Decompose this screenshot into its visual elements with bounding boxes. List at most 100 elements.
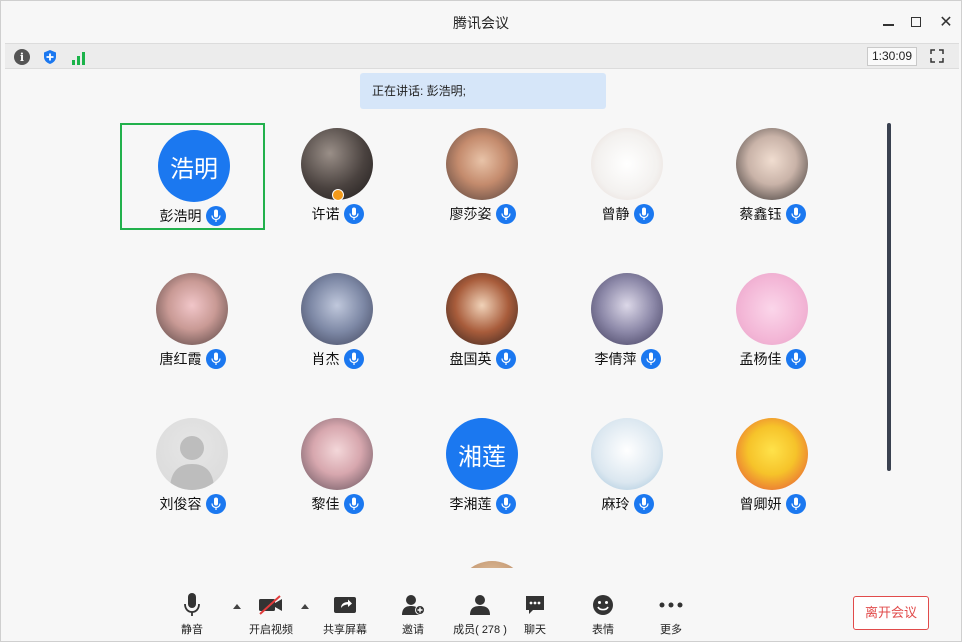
avatar	[736, 418, 808, 490]
signal-icon[interactable]	[70, 49, 86, 65]
microphone-icon	[205, 349, 226, 369]
video-options-caret[interactable]	[301, 604, 309, 609]
maximize-icon	[911, 17, 921, 27]
microphone-icon	[175, 592, 209, 618]
video-label: 开启视频	[249, 624, 293, 636]
meeting-toolbar: 静音 开启视频 共享屏幕 邀请 成员( 278 ) 聊天 表情 更多 离开会议	[1, 586, 961, 642]
participant-name-row: 曾静	[555, 204, 700, 224]
more-button[interactable]: 更多	[657, 592, 685, 637]
invite-label: 邀请	[402, 624, 424, 636]
microphone-icon	[495, 204, 516, 224]
participant-tile[interactable]: 李倩萍	[555, 268, 700, 375]
participant-name-row: 许诺	[265, 204, 410, 224]
microphone-icon	[343, 494, 364, 514]
participant-name: 曾静	[601, 206, 630, 222]
participant-tile[interactable]: 麻玲	[555, 413, 700, 520]
participant-tile[interactable]: 黎佳	[265, 413, 410, 520]
microphone-icon	[205, 206, 226, 226]
fullscreen-icon[interactable]	[930, 49, 944, 63]
window-title: 腾讯会议	[453, 15, 509, 31]
mute-button[interactable]: 静音	[175, 592, 209, 637]
participant-name-row: 蔡鑫钰	[700, 204, 845, 224]
avatar	[591, 128, 663, 200]
participant-tile[interactable]: 蔡鑫钰	[700, 123, 845, 230]
avatar: 湘莲	[446, 418, 518, 490]
start-video-button[interactable]: 开启视频	[247, 592, 295, 637]
avatar	[156, 273, 228, 345]
participant-tile[interactable]: 湘莲 李湘莲	[410, 413, 555, 520]
participant-grid: 浩明 彭浩明许诺 廖莎姿 曾静 蔡鑫钰唐红霞 肖杰 盘国英 李倩萍孟杨佳刘俊容 黎佳 湘莲李湘莲麻…	[101, 123, 861, 568]
video-off-icon	[247, 592, 295, 618]
participant-name-row: 唐红霞	[120, 349, 265, 369]
members-button[interactable]: 成员( 278 )	[451, 592, 509, 637]
participant-tile[interactable]: 曾卿妍	[700, 413, 845, 520]
meeting-window: 腾讯会议 ✕ i 1:30:09 正在讲话: 彭浩明; 浩明 彭浩明许诺 廖莎姿 曾静…	[0, 0, 962, 642]
avatar	[591, 273, 663, 345]
participant-name: 蔡鑫钰	[739, 206, 782, 222]
avatar	[736, 273, 808, 345]
meeting-timer: 1:30:09	[867, 47, 917, 66]
participant-tile[interactable]: 廖莎姿	[410, 123, 555, 230]
close-icon: ✕	[939, 14, 953, 31]
info-icon[interactable]: i	[14, 49, 30, 65]
participant-name: 廖莎姿	[449, 206, 492, 222]
close-button[interactable]: ✕	[935, 11, 957, 33]
avatar	[301, 273, 373, 345]
members-icon	[451, 592, 509, 618]
microphone-icon	[205, 494, 226, 514]
participant-tile[interactable]: 盘国英	[410, 268, 555, 375]
participant-name-row: 盘国英	[410, 349, 555, 369]
avatar	[446, 128, 518, 200]
avatar-initials: 湘莲	[458, 443, 506, 471]
participant-name: 黎佳	[311, 496, 340, 512]
microphone-icon	[785, 349, 806, 369]
participant-name: 曾卿妍	[739, 496, 782, 512]
participant-name: 许诺	[311, 206, 340, 222]
grid-scrollbar[interactable]	[887, 123, 891, 471]
share-screen-button[interactable]: 共享屏幕	[321, 592, 369, 637]
maximize-button[interactable]	[905, 11, 927, 33]
avatar	[591, 418, 663, 490]
microphone-icon	[495, 349, 516, 369]
chat-button[interactable]: 聊天	[521, 592, 549, 637]
microphone-icon	[785, 494, 806, 514]
title-bar: 腾讯会议 ✕	[1, 1, 961, 43]
microphone-icon	[633, 494, 654, 514]
shield-icon[interactable]	[42, 49, 58, 65]
smiley-icon	[589, 592, 617, 618]
participant-name: 盘国英	[449, 351, 492, 367]
speaking-indicator: 正在讲话: 彭浩明;	[360, 73, 606, 109]
participant-name-row: 李湘莲	[410, 494, 555, 514]
microphone-icon	[495, 494, 516, 514]
participant-tile[interactable]: 刘俊容	[120, 413, 265, 520]
participant-tile[interactable]: 肖杰	[265, 268, 410, 375]
participant-name: 肖杰	[311, 351, 340, 367]
host-badge-icon	[332, 189, 344, 201]
more-label: 更多	[660, 624, 682, 636]
participant-name-row: 刘俊容	[120, 494, 265, 514]
avatar	[446, 273, 518, 345]
audio-options-caret[interactable]	[233, 604, 241, 609]
participant-tile[interactable]: 浩明 彭浩明	[120, 123, 265, 230]
share-screen-icon	[321, 592, 369, 618]
avatar	[156, 418, 228, 490]
participant-tile[interactable]: 孟杨佳	[700, 268, 845, 375]
participant-name: 孟杨佳	[739, 351, 782, 367]
microphone-icon	[343, 204, 364, 224]
participant-name-row: 曾卿妍	[700, 494, 845, 514]
chat-icon	[521, 592, 549, 618]
minimize-button[interactable]	[877, 11, 899, 33]
chat-label: 聊天	[524, 624, 546, 636]
participant-tile[interactable]: 曾静	[555, 123, 700, 230]
microphone-icon	[785, 204, 806, 224]
reactions-button[interactable]: 表情	[589, 592, 617, 637]
reactions-label: 表情	[592, 624, 614, 636]
participant-tile[interactable]: 唐红霞	[120, 268, 265, 375]
participant-tile[interactable]: 许诺	[265, 123, 410, 230]
participant-name: 刘俊容	[159, 496, 202, 512]
leave-meeting-button[interactable]: 离开会议	[853, 596, 929, 630]
share-label: 共享屏幕	[323, 624, 367, 636]
invite-button[interactable]: 邀请	[399, 592, 427, 637]
microphone-icon	[343, 349, 364, 369]
avatar	[301, 418, 373, 490]
